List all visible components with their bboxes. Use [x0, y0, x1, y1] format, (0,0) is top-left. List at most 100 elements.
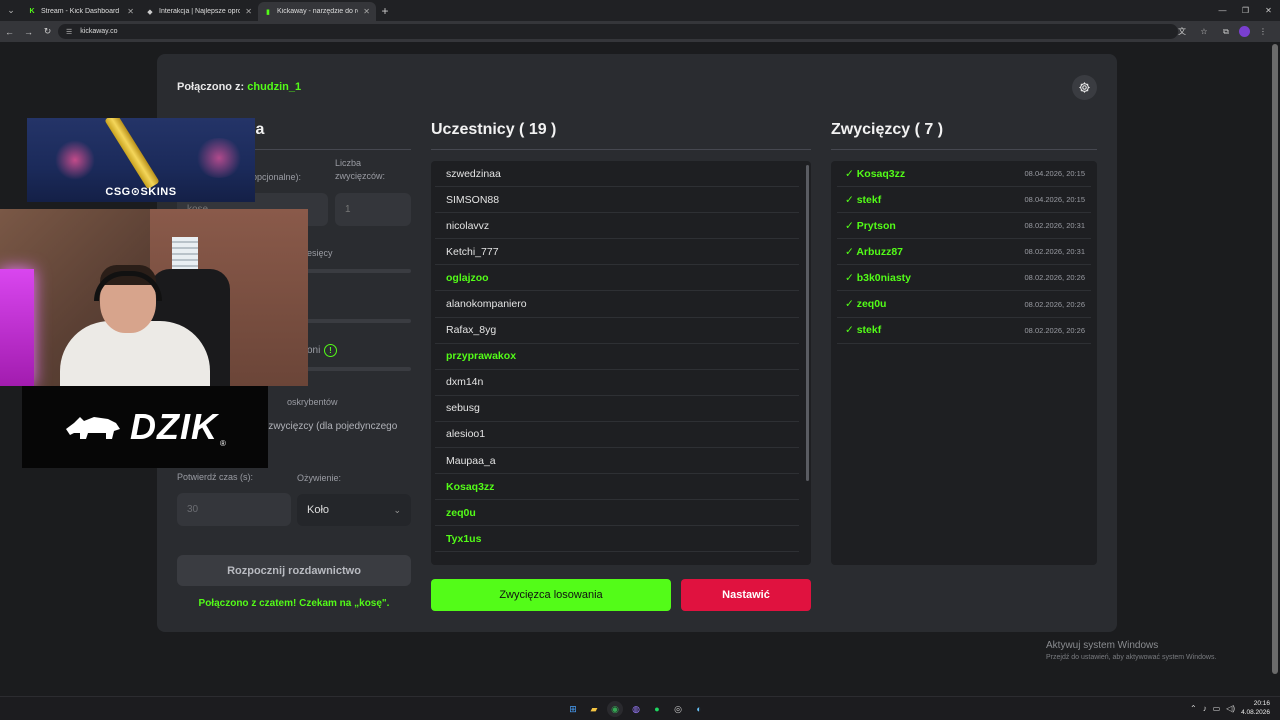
winner-row: ✓ Kosaq3zz 08.04.2026, 20:15	[837, 161, 1091, 188]
winner-row: ✓ Arbuzz87 08.02.2026, 20:31	[837, 239, 1091, 266]
messenger-icon[interactable]: ◍	[628, 701, 644, 717]
subscribers-label: oskrybentów	[287, 397, 338, 407]
winner-name: ✓ b3k0niasty	[845, 271, 911, 284]
new-tab-button[interactable]: +	[376, 4, 394, 18]
animation-label: Ożywienie:	[297, 473, 342, 483]
gear-icon	[1079, 82, 1090, 93]
keyword-label: opcjonalne):	[252, 172, 302, 182]
participants-title: Uczestnicy ( 19 )	[431, 121, 557, 138]
webcam-overlay	[0, 209, 308, 386]
winners-list: ✓ Kosaq3zz 08.04.2026, 20:15 ✓ stekf 08.04…	[831, 161, 1097, 565]
address-toolbar: ← → ↻ ☰ kickaway.co 文 ☆ ⧉ ⋮	[0, 21, 1280, 42]
network-icon[interactable]: ▭	[1213, 704, 1221, 713]
back-icon[interactable]: ←	[0, 21, 19, 42]
extensions-icon[interactable]: ⧉	[1217, 23, 1235, 41]
participant-row: Kosaq3zz	[435, 474, 799, 501]
bookmark-star-icon[interactable]: ☆	[1195, 23, 1213, 41]
single-winner-label: e zwycięzcy (dla pojedynczego	[260, 421, 398, 432]
participants-list[interactable]: szwedzinaa SIMSON88 nicolavvz Ketchi_777…	[431, 161, 811, 565]
chevron-down-icon: ⌄	[393, 504, 401, 515]
confirm-time-input[interactable]: 30	[177, 493, 291, 526]
winner-date: 08.02.2026, 20:26	[1024, 325, 1085, 335]
winner-name: ✓ zeq0u	[845, 298, 887, 311]
draw-winner-button[interactable]: Zwycięzca losowania	[431, 579, 671, 611]
system-clock[interactable]: 20:16 4.08.2026	[1241, 699, 1270, 717]
reset-button[interactable]: Nastawić	[681, 579, 811, 611]
page-scrollbar[interactable]	[1270, 42, 1280, 696]
winner-name: ✓ Kosaq3zz	[845, 167, 906, 180]
tab-interakcja[interactable]: ◆ Interakcja | Najlepsze oprogram ✕	[140, 2, 258, 21]
animation-select[interactable]: Koło ⌄	[297, 494, 411, 526]
sponsor-logo: CSG⊙SKINS	[105, 186, 177, 198]
system-tray: ⌃ ♪ ▭ ◁) 20:16 4.08.2026	[1190, 699, 1270, 717]
reload-icon[interactable]: ↻	[38, 21, 57, 42]
kickaway-favicon-icon: ▮	[266, 8, 270, 16]
activate-windows-title: Aktywuj system Windows	[1046, 640, 1159, 651]
winner-date: 08.04.2026, 20:15	[1024, 195, 1085, 205]
tab-title: Stream - Kick Dashboard	[41, 8, 120, 15]
windows-start-icon[interactable]: ⊞	[565, 701, 581, 717]
url-bar[interactable]: ☰ kickaway.co	[58, 24, 1178, 39]
winner-date: 08.02.2026, 20:31	[1024, 247, 1085, 257]
skin-glow	[195, 138, 243, 178]
browser-menu-icon[interactable]: ⋮	[1254, 23, 1272, 41]
sponsor-banner: CSG⊙SKINS	[27, 118, 255, 202]
window-controls: — ❐ ✕	[1211, 0, 1280, 21]
maximize-icon[interactable]: ❐	[1234, 0, 1257, 21]
forward-icon[interactable]: →	[19, 21, 38, 42]
taskbar-apps: ⊞ ▰ ◉ ◍ ● ◎ ◐	[565, 701, 707, 717]
file-explorer-icon[interactable]: ▰	[586, 701, 602, 717]
site-info-icon[interactable]: ☰	[66, 28, 72, 36]
settings-button[interactable]	[1072, 75, 1097, 100]
obs-icon[interactable]: ◎	[670, 701, 686, 717]
winners-count-input[interactable]: 1	[335, 193, 411, 226]
steam-icon[interactable]: ◐	[691, 701, 707, 717]
chrome-icon[interactable]: ◉	[607, 701, 623, 717]
tab-search-icon[interactable]: ⌄	[0, 0, 22, 21]
close-tab-icon[interactable]: ✕	[363, 7, 370, 16]
participant-row: Tyx1us	[435, 526, 799, 553]
site-favicon-icon: ◆	[147, 8, 153, 16]
dzik-wordmark: DZIK	[130, 406, 219, 447]
registered-mark: ®	[220, 439, 226, 448]
tab-title: Kickaway - narzędzie do rozdan	[277, 8, 358, 15]
winners-count-label: Liczba zwycięzców:	[335, 158, 386, 181]
winner-date: 08.02.2026, 20:26	[1024, 273, 1085, 283]
participant-row: oglajzoo	[435, 265, 799, 292]
translate-icon[interactable]: 文	[1173, 23, 1191, 41]
close-tab-icon[interactable]: ✕	[127, 7, 134, 16]
connected-username: chudzin_1	[247, 81, 302, 93]
chat-status-message: Połączono z czatem! Czekam na „kosę".	[198, 598, 390, 609]
winner-row: ✓ b3k0niasty 08.02.2026, 20:26	[837, 265, 1091, 292]
minimize-icon[interactable]: —	[1211, 0, 1234, 21]
tab-kick-dashboard[interactable]: K Stream - Kick Dashboard ✕	[22, 2, 140, 21]
url-text: kickaway.co	[80, 28, 118, 35]
start-giveaway-button[interactable]: Rozpocznij rozdawnictwo	[177, 555, 411, 586]
participants-scrollbar[interactable]	[806, 165, 809, 481]
clock-time: 20:16	[1253, 700, 1270, 707]
volume-icon[interactable]: ◁)	[1226, 704, 1235, 713]
connected-label: Połączono z:	[177, 81, 245, 93]
participant-row: szwedzinaa	[435, 161, 799, 188]
boar-icon	[66, 417, 121, 439]
page-scrollbar-thumb[interactable]	[1272, 44, 1278, 674]
spotify-icon[interactable]: ●	[649, 701, 665, 717]
profile-avatar-icon[interactable]	[1239, 26, 1250, 37]
dzik-logo-overlay: DZIK ®	[22, 386, 268, 468]
winner-row: ✓ zeq0u 08.02.2026, 20:26	[837, 291, 1091, 318]
participant-row: Maupaa_a	[435, 448, 799, 475]
close-tab-icon[interactable]: ✕	[245, 7, 252, 16]
winner-date: 08.04.2026, 20:15	[1024, 169, 1085, 179]
participant-row: Ketchi_777	[435, 239, 799, 266]
winner-name: ✓ stekf	[845, 324, 882, 337]
info-option-label: oni	[307, 345, 321, 356]
microphone-icon[interactable]: ♪	[1203, 704, 1207, 713]
info-icon[interactable]: !	[324, 344, 337, 357]
tab-kickaway[interactable]: ▮ Kickaway - narzędzie do rozdan ✕	[258, 2, 376, 21]
close-window-icon[interactable]: ✕	[1257, 0, 1280, 21]
winner-date: 08.02.2026, 20:31	[1024, 221, 1085, 231]
winners-title: Zwycięzcy ( 7 )	[831, 121, 944, 138]
participant-row: nicolavvz	[435, 213, 799, 240]
tray-chevron-icon[interactable]: ⌃	[1190, 704, 1197, 713]
participant-row: SIMSON88	[435, 187, 799, 214]
